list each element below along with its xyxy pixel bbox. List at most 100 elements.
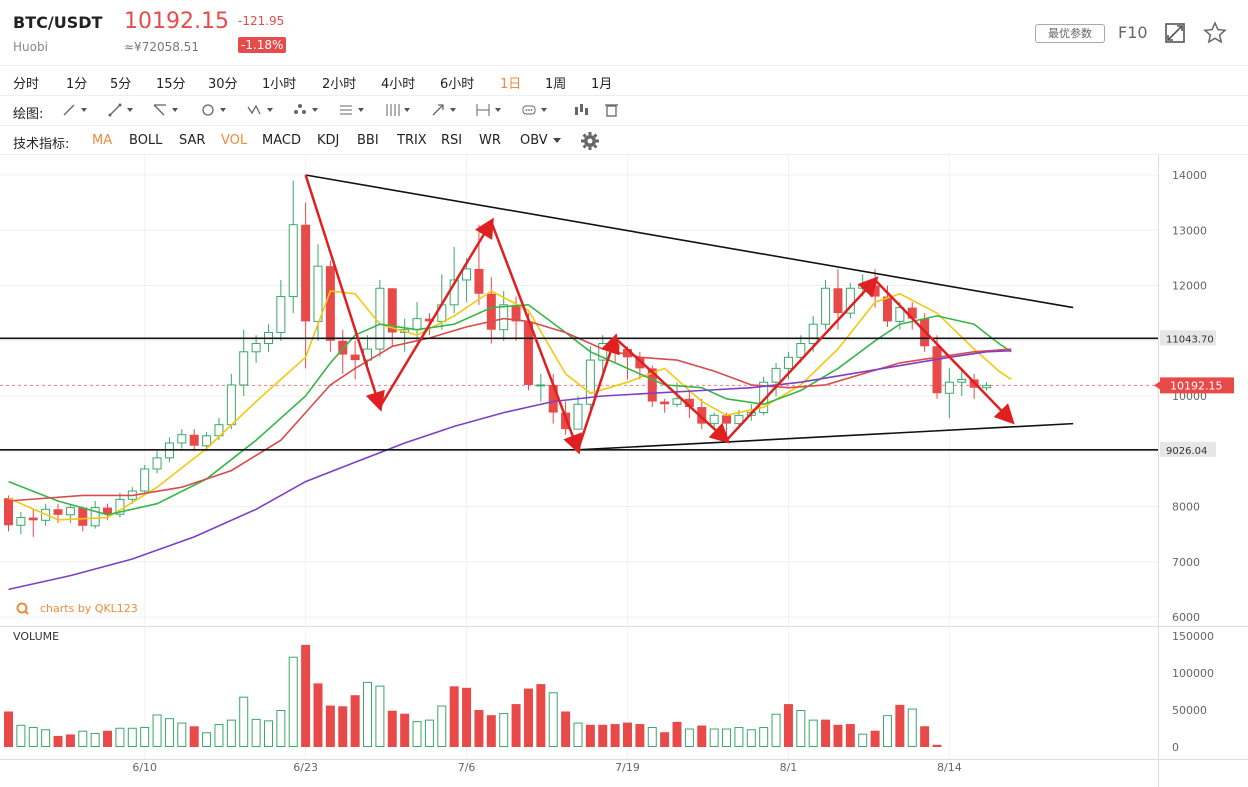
volume-bar [821, 719, 831, 747]
candle-body [288, 224, 298, 298]
indicator-wr[interactable]: WR [479, 133, 501, 148]
trash-icon[interactable] [602, 100, 632, 120]
moving-average-line [8, 290, 1012, 521]
f10-button[interactable]: F10 [1118, 23, 1148, 42]
candle-body [709, 414, 719, 425]
interval-1分[interactable]: 1分 [66, 73, 87, 92]
indicator-macd[interactable]: MACD [262, 133, 301, 148]
volume-bar [623, 722, 632, 747]
volume-bar [808, 719, 818, 747]
level-label: 11043.70 [1166, 334, 1214, 345]
interval-4小时[interactable]: 4小时 [381, 73, 415, 92]
indicator-vol[interactable]: VOL [221, 133, 247, 148]
interval-15分[interactable]: 15分 [156, 73, 186, 92]
candle-body [65, 507, 75, 516]
moving-average-line [8, 349, 1012, 591]
price-tick-label: 6000 [1172, 611, 1200, 624]
volume-bar [660, 732, 670, 747]
interval-1月[interactable]: 1月 [591, 73, 612, 92]
candle-tool-icon[interactable] [572, 100, 602, 120]
ray-tool-icon[interactable] [106, 100, 136, 120]
candlestick-chart[interactable]: 1400013000120001100010000900080007000600… [0, 155, 1248, 787]
price-change: -121.95 [238, 14, 285, 28]
interval-1周[interactable]: 1周 [545, 73, 566, 92]
gear-icon[interactable] [580, 131, 600, 151]
volume-bar [561, 711, 571, 747]
candle-body [313, 265, 323, 322]
volume-bar [103, 730, 113, 747]
volume-bar [214, 724, 224, 747]
volume-bar [759, 727, 769, 748]
trend-arrow [725, 276, 879, 442]
interval-分时[interactable]: 分时 [13, 73, 39, 92]
channel-tool-icon[interactable] [151, 100, 181, 120]
price-tick-label: 12000 [1172, 280, 1207, 293]
volume-bar [783, 704, 793, 747]
volume-bar [263, 720, 273, 747]
indicator-sar[interactable]: SAR [179, 133, 205, 148]
date-tick-label: 8/14 [937, 761, 962, 774]
indicator-boll[interactable]: BOLL [129, 133, 162, 148]
pattern-tool-icon[interactable] [291, 100, 321, 120]
volume-bar [722, 728, 732, 747]
chevron-down-icon[interactable] [553, 138, 561, 143]
volume-bar [548, 692, 558, 747]
volume-bar [870, 730, 880, 747]
candle-body [375, 287, 385, 350]
shape-tool-icon[interactable] [199, 100, 229, 120]
arrow-tool-icon[interactable] [429, 100, 459, 120]
candle-body [78, 507, 88, 526]
last-price-badge-pointer [1154, 381, 1160, 390]
gann-tool-icon[interactable] [383, 100, 413, 120]
fullscreen-icon[interactable] [1164, 22, 1186, 44]
candle-body [189, 434, 199, 446]
last-price: 10192.15 [124, 9, 229, 34]
interval-2小时[interactable]: 2小时 [322, 73, 356, 92]
indicator-kdj[interactable]: KDJ [317, 133, 339, 148]
indicator-trix[interactable]: TRIX [397, 133, 427, 148]
interval-30分[interactable]: 30分 [208, 73, 238, 92]
candle-body [486, 293, 496, 330]
indicator-rsi[interactable]: RSI [441, 133, 462, 148]
line-tool-icon[interactable] [60, 100, 90, 120]
price-tick-label: 13000 [1172, 224, 1207, 237]
volume-bar [647, 727, 657, 748]
candle-body [325, 266, 335, 341]
candle-body [808, 323, 818, 345]
text-tool-icon[interactable] [520, 100, 550, 120]
fib-tool-icon[interactable] [337, 100, 367, 120]
candle-body [28, 517, 38, 521]
measure-tool-icon[interactable] [474, 100, 504, 120]
interval-1日[interactable]: 1日 [500, 73, 521, 92]
wave-tool-icon[interactable] [246, 100, 276, 120]
volume-bar [573, 722, 583, 748]
volume-bar [709, 728, 719, 747]
volume-bar [140, 727, 150, 748]
trend-arrow [614, 337, 731, 444]
chart-area[interactable]: 1400013000120001100010000900080007000600… [0, 155, 1248, 787]
candle-body [202, 435, 212, 447]
star-icon[interactable] [1203, 21, 1227, 45]
volume-bar [424, 719, 434, 747]
exchange-name: Huobi [13, 40, 48, 54]
volume-bar [511, 704, 521, 747]
volume-bar [462, 687, 472, 747]
interval-5分[interactable]: 5分 [110, 73, 131, 92]
candle-body [462, 268, 472, 281]
indicator-bar: 技术指标: MA BOLL SAR VOL MACD KDJ BBI TRIX RSI WR OBV [0, 125, 1248, 155]
interval-6小时[interactable]: 6小时 [440, 73, 474, 92]
volume-tick-label: 150000 [1172, 630, 1214, 643]
volume-bar [53, 735, 63, 747]
best-params-button[interactable]: 最优参数 [1035, 24, 1105, 43]
date-tick-label: 8/1 [780, 761, 798, 774]
indicator-bbi[interactable]: BBI [357, 133, 379, 148]
interval-1小时[interactable]: 1小时 [262, 73, 296, 92]
indicator-ma[interactable]: MA [92, 133, 112, 148]
candle-body [982, 384, 992, 389]
candle-body [177, 434, 187, 444]
indicator-obv[interactable]: OBV [520, 133, 548, 148]
candle-body [4, 498, 13, 526]
candle-body [499, 304, 509, 331]
volume-bar [325, 705, 335, 747]
volume-bar [746, 729, 756, 747]
